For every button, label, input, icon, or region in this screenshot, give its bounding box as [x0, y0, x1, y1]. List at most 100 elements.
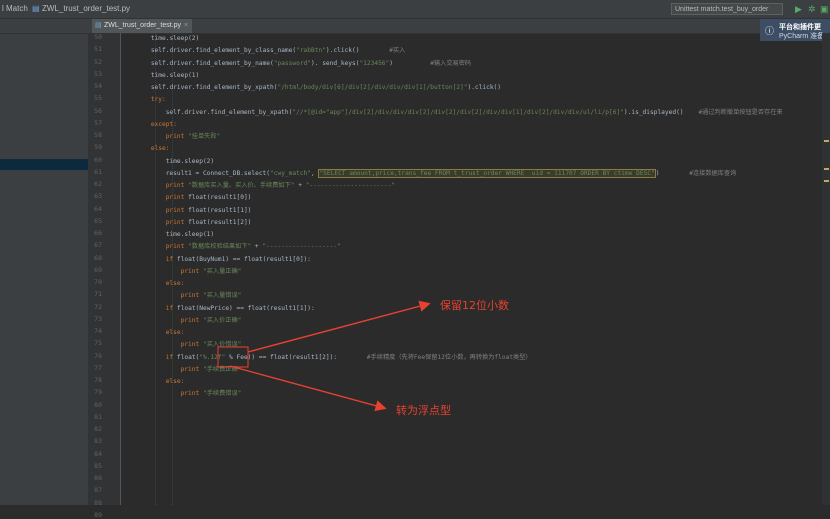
line-number: 61	[94, 167, 102, 176]
code-line: else:	[121, 376, 185, 388]
code-token: if	[165, 304, 177, 312]
line-number: 75	[94, 339, 102, 348]
code-token: self.driver.find_element_by_xpath(	[165, 108, 293, 116]
code-line: try:	[121, 94, 166, 106]
line-number: 84	[94, 449, 102, 458]
sidebar-selected-item[interactable]	[0, 159, 88, 170]
code-token: float(result1[0])	[188, 194, 252, 202]
code-token: "手续费错误"	[202, 390, 242, 398]
line-number: 51	[94, 45, 102, 54]
close-icon[interactable]: ×	[184, 19, 188, 33]
code-token: "%.12f"	[199, 353, 226, 361]
code-token: ). send_keys(	[311, 59, 360, 67]
annotation-keep-12-decimals: 保留12位小数	[440, 299, 509, 312]
code-token: +	[294, 182, 306, 189]
line-number: 85	[94, 461, 102, 470]
line-number: 89	[94, 510, 102, 519]
line-number-gutter: 50 51 52 53 54 55 56 57 58 59 60 61 62 63 64 65 66 67 68 69…	[88, 33, 121, 519]
code-line: print "挂单失败"	[121, 131, 221, 143]
code-token: float(result1[1])	[188, 206, 252, 214]
coverage-icon[interactable]: ▣	[820, 4, 829, 15]
line-number: 58	[94, 131, 102, 139]
breadcrumb-file[interactable]: ZWL_trust_order_test.py	[42, 4, 130, 13]
code-token: else:	[165, 280, 185, 287]
code-line: print "数据库买入量、买入价、手续费如下" + "------------…	[121, 180, 395, 192]
code-token: "买入价正确"	[202, 316, 242, 324]
line-number: 59	[94, 143, 102, 152]
code-line: result1 = Connect_DB.select("cwy_match",…	[121, 168, 736, 180]
line-number: 54	[94, 82, 102, 90]
line-number: 52	[94, 57, 102, 66]
python-file-icon: ▤	[95, 22, 102, 29]
line-number: 64	[94, 204, 102, 213]
line-number: 69	[94, 265, 102, 274]
code-token: result1 = Connect_DB.select(	[165, 169, 271, 177]
code-line: print "手续费错误"	[121, 388, 242, 400]
code-token: print	[180, 267, 203, 275]
code-token: self.driver.find_element_by_name(	[150, 59, 274, 67]
code-line: except:	[121, 119, 177, 131]
code-token: "数据库校验结果如下"	[188, 243, 252, 251]
code-line: print "买入量正确"	[121, 266, 242, 278]
code-line: if float(BuyNum1) == float(result1[0]):	[121, 254, 311, 266]
editor-tab-bar: ▤ ZWL_trust_order_test.py ×	[0, 19, 830, 34]
code-token: "买入量错误"	[202, 292, 242, 300]
tab-label: ZWL_trust_order_test.py	[104, 22, 182, 29]
line-number: 56	[94, 106, 102, 115]
line-number: 71	[94, 290, 102, 299]
line-number: 78	[94, 376, 102, 384]
tab-zwl-trust-order-test[interactable]: ▤ ZWL_trust_order_test.py ×	[92, 19, 192, 33]
debug-icon[interactable]: ✲	[808, 4, 816, 15]
line-number: 77	[94, 363, 102, 372]
code-line: print "数据库校验结果如下" + "-------------------…	[121, 241, 341, 253]
code-line: print "买入量错误"	[121, 290, 242, 302]
code-token: +	[251, 243, 263, 251]
line-number: 62	[94, 180, 102, 188]
run-config-select[interactable]: Unittest match.test_buy_order	[671, 3, 783, 15]
line-number: 66	[94, 229, 102, 237]
run-icon[interactable]: ▶	[795, 4, 802, 15]
code-token: else:	[165, 378, 185, 385]
code-token: try:	[150, 96, 166, 104]
code-line: else:	[121, 143, 170, 155]
app-title-fragment: l Match	[2, 4, 28, 13]
code-token: print	[180, 316, 203, 324]
code-token: print	[180, 390, 203, 398]
code-line: else:	[121, 327, 185, 339]
code-token: "数据库买入量、买入价、手续费如下"	[188, 182, 295, 189]
project-sidebar: ⚙ ·|·	[0, 19, 89, 505]
code-token: #手续精度（先将Fee保留12位小数，再转换为float类型）	[366, 353, 532, 361]
code-token: float(	[176, 353, 200, 361]
code-line: print "买入价错误"	[121, 339, 242, 351]
code-line: print float(result1[0])	[121, 192, 252, 204]
code-token: #输入交易密码	[430, 59, 472, 67]
code-editor[interactable]: time.sleep(2) self.driver.find_element_b…	[121, 33, 830, 505]
line-number: 63	[94, 192, 102, 201]
line-number: 73	[94, 314, 102, 323]
line-number: 57	[94, 118, 102, 127]
code-line: time.sleep(1)	[121, 70, 199, 82]
code-token: print	[165, 218, 189, 226]
code-token: float(NewPrice) == float(result1[1]):	[176, 304, 315, 312]
editor-scrollbar[interactable]	[822, 33, 830, 505]
scroll-marker	[824, 168, 829, 170]
code-token: if	[165, 353, 177, 361]
code-token: print	[165, 243, 189, 251]
code-line: print float(result1[1])	[121, 205, 252, 217]
title-bar: l Match ▤ ZWL_trust_order_test.py Unitte…	[0, 0, 830, 19]
code-token: "password"	[273, 59, 312, 67]
line-number: 74	[94, 327, 102, 335]
line-number: 79	[94, 388, 102, 397]
code-token: "123456"	[359, 59, 390, 67]
code-token: except:	[150, 120, 177, 128]
line-number: 50	[94, 33, 102, 41]
code-token: time.sleep(2)	[150, 35, 200, 42]
line-number: 87	[94, 486, 102, 495]
code-token: "/html/body/div[6]/div[2]/div/div/div[1]…	[277, 84, 468, 91]
line-number: 70	[94, 278, 102, 286]
code-line: if float(NewPrice) == float(result1[1]):	[121, 303, 315, 315]
line-number: 53	[94, 69, 102, 78]
code-token: % Fee)) == float(result1[2]):	[225, 353, 367, 361]
code-token: print	[165, 133, 189, 140]
line-number: 76	[94, 351, 102, 360]
